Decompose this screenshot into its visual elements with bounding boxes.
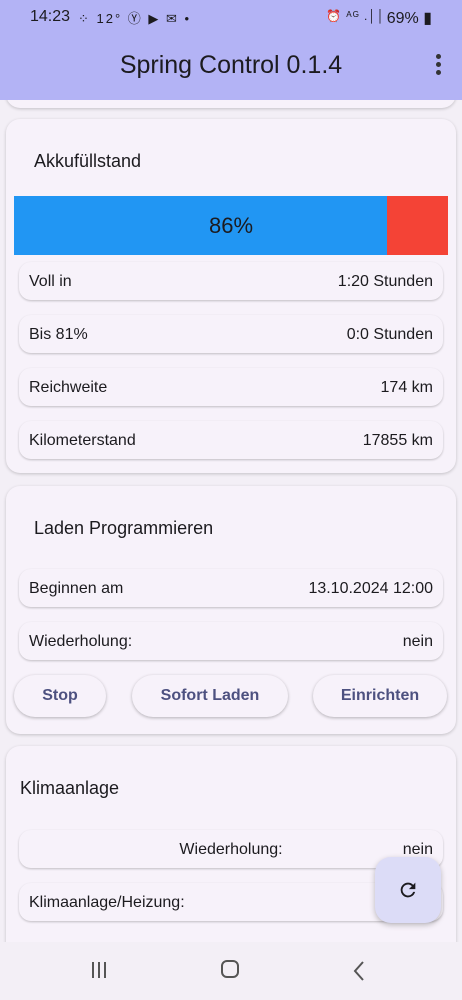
battery-card: Akkufüllstand 86% Voll in 1:20 Stunden B…: [6, 119, 456, 473]
more-options-icon[interactable]: [432, 54, 444, 80]
charge-card-title: Laden Programmieren: [34, 518, 214, 538]
app-bar: Spring Control 0.1.4: [0, 36, 462, 100]
back-icon[interactable]: [352, 960, 366, 982]
status-battery: 69% ▮: [387, 8, 432, 28]
app-title: Spring Control 0.1.4: [119, 51, 343, 79]
row-label: Klimaanlage/Heizung:: [29, 894, 185, 911]
system-nav-bar: [0, 942, 462, 1000]
row-value: nein: [402, 633, 433, 650]
recents-icon[interactable]: [92, 962, 110, 983]
row-full-in: Voll in 1:20 Stunden: [19, 262, 443, 300]
previous-card: [6, 100, 456, 108]
row-label: Wiederholung:: [29, 633, 133, 650]
battery-level-bar: 86%: [14, 196, 448, 255]
row-label: Voll in: [29, 273, 72, 290]
row-odometer: Kilometerstand 17855 km: [19, 421, 443, 459]
row-value: 13.10.2024 12:00: [308, 580, 433, 597]
refresh-button[interactable]: [375, 857, 441, 923]
row-value: 0:0 Stunden: [346, 326, 433, 343]
row-label: Beginnen am: [29, 580, 124, 597]
row-range: Reichweite 174 km: [19, 368, 443, 406]
row-label: Reichweite: [29, 379, 108, 396]
signal-icons: ⏰ ᴬᴳ .││: [326, 9, 386, 23]
setup-button[interactable]: Einrichten: [313, 675, 447, 717]
row-value: 17855 km: [362, 432, 433, 449]
battery-icon: ▮: [423, 10, 432, 27]
battery-percent: 69%: [386, 10, 419, 27]
home-icon[interactable]: [221, 960, 239, 978]
status-time: 14:23: [30, 8, 71, 25]
refresh-icon: [400, 882, 416, 898]
row-value: 174 km: [380, 379, 433, 396]
climate-card-title: Klimaanlage: [20, 778, 120, 798]
status-bar: 14:23 ⁘ 12° Ⓨ ▶ ✉ • ⏰ ᴬᴳ .││ 69% ▮: [0, 0, 462, 36]
row-repeat: Wiederholung: nein: [19, 622, 443, 660]
battery-level-label: 86%: [208, 213, 254, 238]
charge-now-button[interactable]: Sofort Laden: [132, 675, 288, 717]
stop-button[interactable]: Stop: [14, 675, 106, 717]
row-label: Kilometerstand: [29, 432, 136, 449]
row-label: Wiederholung:: [179, 841, 283, 858]
row-label: Bis 81%: [29, 326, 88, 343]
battery-card-title: Akkufüllstand: [34, 151, 142, 171]
row-start-at: Beginnen am 13.10.2024 12:00: [19, 569, 443, 607]
notification-icons: ⁘ 12° Ⓨ ▶ ✉ •: [78, 11, 192, 26]
row-value: 1:20 Stunden: [337, 273, 433, 290]
row-until-81: Bis 81% 0:0 Stunden: [19, 315, 443, 353]
charge-schedule-card: Laden Programmieren Beginnen am 13.10.20…: [6, 486, 456, 734]
main-content[interactable]: Akkufüllstand 86% Voll in 1:20 Stunden B…: [0, 100, 462, 942]
